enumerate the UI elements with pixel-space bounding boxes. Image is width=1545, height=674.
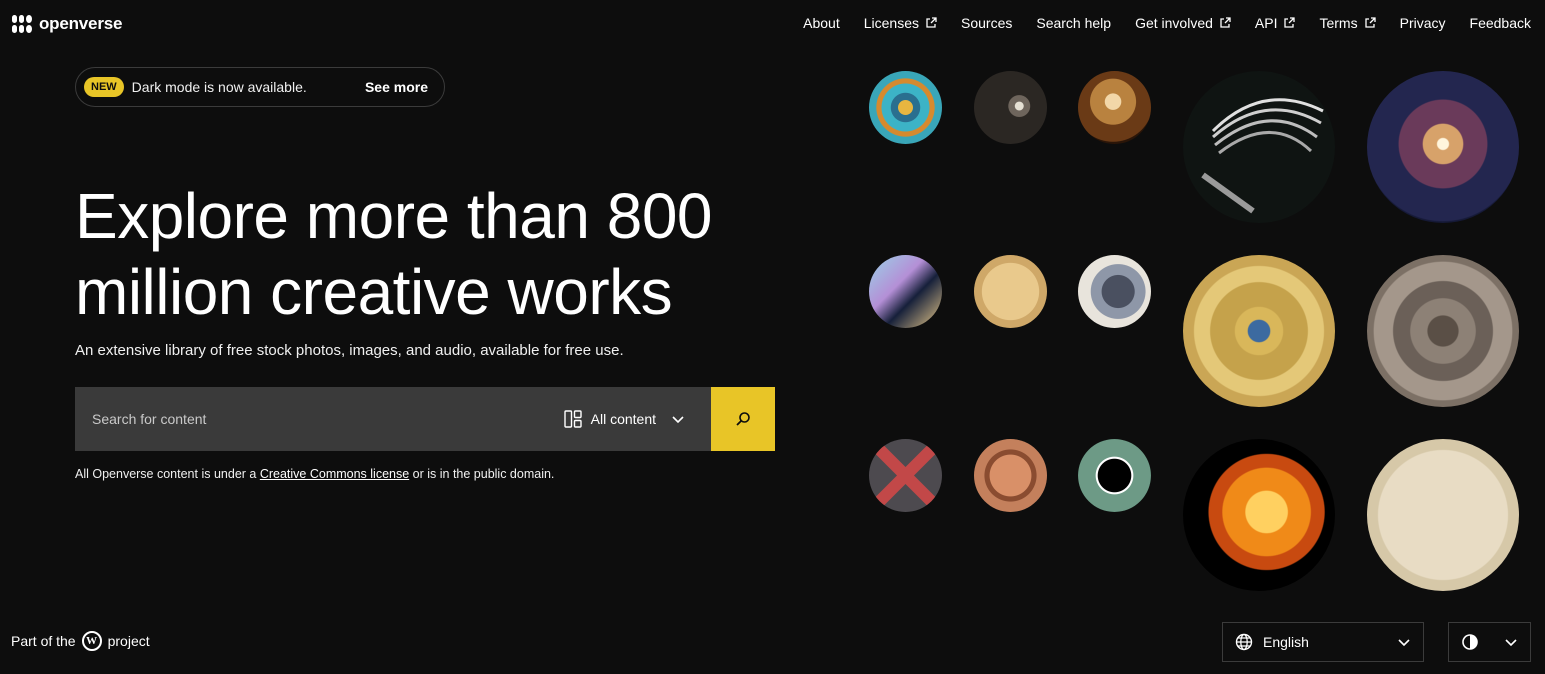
nav-label: API <box>1254 15 1278 31</box>
nav-label: Search help <box>1036 15 1112 31</box>
license-prefix: All Openverse content is under a <box>75 467 260 481</box>
comet-tail-engraving-image[interactable] <box>1183 71 1335 223</box>
content-type-select[interactable]: All content <box>563 410 711 428</box>
nav-get-involved[interactable]: Get involved <box>1135 15 1231 31</box>
wordpress-icon[interactable]: W <box>81 631 102 651</box>
carved-wood-disc-image[interactable] <box>974 439 1047 512</box>
bird-illustration-image[interactable] <box>1078 255 1151 328</box>
search-bar: All content <box>75 387 775 451</box>
nav-label: Terms <box>1319 15 1358 31</box>
external-link-icon <box>1364 17 1376 28</box>
nav-sources[interactable]: Sources <box>961 15 1012 31</box>
nav-label: Get involved <box>1135 15 1213 31</box>
openverse-logo-icon <box>12 14 32 34</box>
search-box: All content <box>75 387 711 451</box>
content-grid-icon <box>563 410 582 428</box>
hero-title-line: Explore more than 800 <box>75 180 713 252</box>
nav-label: Sources <box>961 15 1013 31</box>
part-of-prefix: Part of the <box>11 633 76 649</box>
language-label: English <box>1263 634 1309 650</box>
see-more-link[interactable]: See more <box>365 79 436 95</box>
license-note: All Openverse content is under a Creativ… <box>75 467 554 481</box>
banner-text: Dark mode is now available. <box>131 79 307 95</box>
theme-select[interactable] <box>1448 622 1531 662</box>
nav-label: Privacy <box>1399 15 1446 31</box>
part-of-wordpress: Part of the W project <box>11 631 150 651</box>
nav-label: Feedback <box>1469 15 1531 31</box>
nav-about[interactable]: About <box>803 15 840 31</box>
planet-crescent-image[interactable] <box>869 255 942 328</box>
announcement-banner: NEW Dark mode is now available. See more <box>75 67 445 107</box>
woven-x-drawing <box>872 442 939 509</box>
chevron-down-icon <box>1505 639 1517 647</box>
search-icon <box>736 412 750 426</box>
hero-title: Explore more than 800 million creative w… <box>75 178 815 330</box>
part-of-suffix: project <box>107 633 150 649</box>
external-link-icon <box>926 17 937 28</box>
chevron-down-icon <box>1398 639 1410 647</box>
search-input[interactable] <box>92 411 564 427</box>
openverse-logo[interactable]: openverse <box>12 14 122 34</box>
content-type-label: All content <box>590 411 656 427</box>
new-badge: NEW <box>84 77 124 97</box>
hero-subtitle: An extensive library of free stock photo… <box>75 342 624 359</box>
nav-label: About <box>803 15 840 31</box>
search-button[interactable] <box>711 387 775 451</box>
comet-engraving-image[interactable] <box>974 71 1047 144</box>
external-link-icon <box>1220 17 1231 28</box>
aztec-calendar-stone-image[interactable] <box>1367 255 1519 407</box>
globe-icon <box>1235 633 1253 651</box>
nav-licenses[interactable]: Licenses <box>864 15 937 31</box>
nav-terms[interactable]: Terms <box>1319 15 1376 31</box>
constellation-map-image[interactable] <box>1367 439 1519 591</box>
hero-title-line: million creative works <box>75 256 673 328</box>
external-link-icon <box>1284 17 1296 28</box>
nav-feedback[interactable]: Feedback <box>1470 15 1531 31</box>
nav-search-help[interactable]: Search help <box>1036 15 1111 31</box>
kaleidoscope-mandala-image[interactable] <box>869 71 942 144</box>
contrast-icon <box>1462 634 1478 650</box>
nav-api[interactable]: API <box>1255 15 1296 31</box>
logo-text: openverse <box>39 14 123 33</box>
nav-label: Licenses <box>863 15 919 31</box>
nebula-cloud-image[interactable] <box>1078 71 1151 144</box>
woven-pattern-image[interactable] <box>869 439 942 512</box>
nav-privacy[interactable]: Privacy <box>1400 15 1446 31</box>
solar-eclipse-image[interactable] <box>1078 439 1151 512</box>
comet-tail-drawing <box>1201 98 1324 214</box>
star-cluster-image[interactable] <box>1367 71 1519 223</box>
creative-commons-link[interactable]: Creative Commons license <box>260 467 409 481</box>
license-suffix: or is in the public domain. <box>409 467 555 481</box>
star-chart-parchment-image[interactable] <box>974 255 1047 328</box>
language-select[interactable]: English <box>1222 622 1424 662</box>
solar-flare-image[interactable] <box>1183 439 1335 591</box>
celestial-map-septem-image[interactable] <box>1183 255 1335 407</box>
main-nav: About Licenses Sources Search help Get i… <box>803 15 1531 31</box>
site-header: openverse About Licenses Sources Search … <box>0 0 1545 48</box>
chevron-down-icon <box>672 416 684 424</box>
